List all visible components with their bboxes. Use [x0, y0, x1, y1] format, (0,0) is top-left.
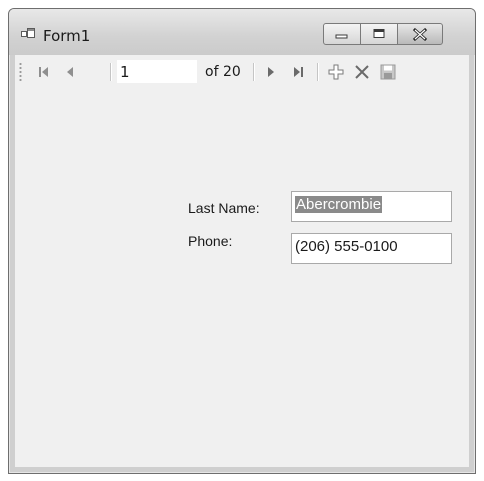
toolbar-separator — [253, 63, 255, 81]
add-new-icon — [328, 64, 344, 80]
form1-window: Form1 1 of 20 Last Name: Abercrombie Pho… — [8, 8, 476, 474]
phone-field[interactable]: (206) 555-0100 — [291, 233, 452, 264]
binding-navigator-toolbar: of 20 — [15, 55, 469, 88]
move-first-icon — [39, 67, 48, 77]
close-icon — [412, 27, 428, 41]
save-icon — [380, 64, 396, 80]
delete-button[interactable] — [351, 61, 373, 83]
toolbar-separator — [110, 63, 112, 81]
last-name-label: Last Name: — [188, 200, 260, 216]
form-client-area: of 20 — [15, 55, 469, 467]
close-button[interactable] — [397, 23, 443, 45]
phone-value: (206) 555-0100 — [295, 238, 398, 255]
last-name-value: Abercrombie — [295, 196, 383, 213]
position-input[interactable] — [117, 60, 197, 83]
add-new-button[interactable] — [325, 61, 347, 83]
form-app-icon — [21, 28, 35, 38]
minimize-icon — [335, 34, 348, 39]
last-name-field[interactable]: Abercrombie — [291, 191, 452, 222]
move-first-button[interactable] — [33, 61, 55, 83]
minimize-button[interactable] — [323, 23, 361, 45]
move-next-icon — [268, 67, 274, 77]
move-last-icon — [294, 67, 303, 77]
window-title: Form1 — [43, 27, 91, 45]
toolbar-separator — [317, 63, 319, 81]
title-bar[interactable]: Form1 — [9, 9, 475, 55]
move-next-button[interactable] — [260, 61, 282, 83]
move-previous-icon — [67, 67, 73, 77]
maximize-button[interactable] — [360, 23, 398, 45]
phone-label: Phone: — [188, 233, 233, 249]
move-last-button[interactable] — [287, 61, 309, 83]
save-button[interactable] — [377, 61, 399, 83]
toolbar-grip[interactable] — [19, 62, 22, 82]
move-previous-button[interactable] — [59, 61, 81, 83]
record-count-label: of 20 — [205, 64, 241, 80]
maximize-icon — [373, 29, 385, 38]
delete-icon — [355, 65, 369, 79]
